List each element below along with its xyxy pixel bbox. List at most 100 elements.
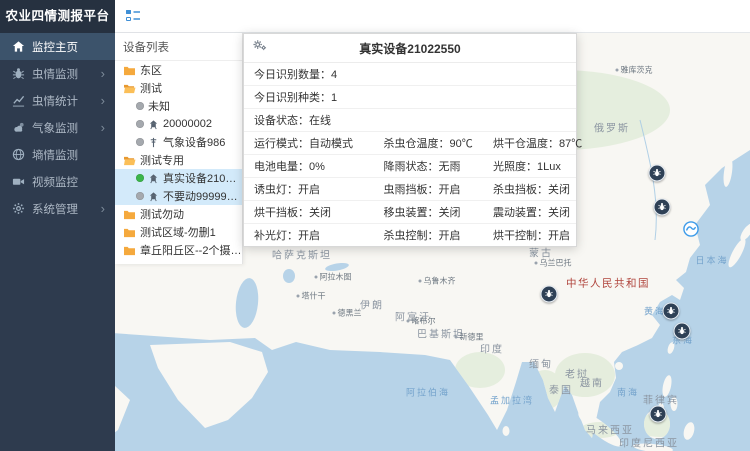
tree-item-label: 测试勿动 (140, 206, 184, 222)
folder-icon (123, 227, 136, 238)
popup-cell: 移虫装置：关闭 (373, 201, 483, 223)
popup-cell: 杀虫挡板：关闭 (483, 178, 576, 200)
tree-item-label: 东区 (140, 62, 162, 78)
popup-cell: 补光灯：开启 (244, 224, 373, 246)
bug-icon (12, 67, 25, 80)
sidebar-item-label: 系统管理 (32, 201, 78, 217)
status-dot (136, 138, 144, 146)
chevron-right-icon: › (101, 202, 105, 215)
trap-icon (148, 191, 159, 202)
popup-cell: 今日识别数量：4 (244, 63, 576, 85)
popup-row: 今日识别数量：4 (244, 63, 576, 86)
tree-device-row[interactable]: 20000002 (115, 115, 242, 133)
sidebar-item-label: 监控主页 (32, 39, 78, 55)
popup-cell: 今日识别种类：1 (244, 86, 576, 108)
home-icon (12, 40, 25, 53)
popup-cell: 运行模式：自动模式 (244, 132, 373, 154)
folder-open-icon (123, 155, 136, 166)
trap-icon (148, 119, 159, 130)
popup-cell: 设备状态：在线 (244, 109, 576, 131)
sidebar-item-label: 墒情监测 (32, 147, 78, 163)
folder-open-icon (123, 83, 136, 94)
popup-row: 补光灯：开启杀虫控制：开启烘干控制：开启 (244, 224, 576, 246)
popup-cell: 降雨状态：无雨 (373, 155, 483, 177)
status-dot (136, 120, 144, 128)
popup-cell: 震动装置：关闭 (483, 201, 576, 223)
popup-row: 诱虫灯：开启虫雨挡板：开启杀虫挡板：关闭 (244, 178, 576, 201)
tree-item-label: 不要动99999999 (163, 188, 242, 204)
popup-cell: 烘干仓温度：87℃ (483, 132, 576, 154)
device-marker[interactable] (654, 199, 671, 216)
sidebar-item-insect-monitoring[interactable]: 虫情监测 › (0, 60, 115, 87)
sidebar-item-system-management[interactable]: 系统管理 › (0, 195, 115, 222)
tree-item-label: 真实设备21022550 (163, 170, 242, 186)
popup-table: 今日识别数量：4今日识别种类：1设备状态：在线运行模式：自动模式杀虫仓温度：90… (244, 62, 576, 246)
trap-icon (148, 173, 159, 184)
tree-folder-row[interactable]: 章丘阳丘区--2个摄像头 (115, 241, 242, 259)
tree-item-label: 未知 (148, 98, 170, 114)
sidebar-item-video-monitoring[interactable]: 视频监控 (0, 168, 115, 195)
popup-title: 真实设备21022550 (359, 42, 460, 56)
weather-icon (12, 121, 25, 134)
tree-folder-row[interactable]: 东区 (115, 61, 242, 79)
popup-cell: 电池电量：0% (244, 155, 373, 177)
sidebar-item-soil-monitoring[interactable]: 墒情监测 (0, 141, 115, 168)
popup-row: 设备状态：在线 (244, 109, 576, 132)
sidebar-item-home[interactable]: 监控主页 (0, 33, 115, 60)
popup-cell: 烘干控制：开启 (483, 224, 576, 246)
sidebar-item-label: 虫情监测 (32, 66, 78, 82)
tree-folder-row[interactable]: 测试 (115, 79, 242, 97)
tree-folder-row[interactable]: 测试勿动 (115, 205, 242, 223)
topbar (115, 0, 750, 33)
chevron-right-icon: › (101, 121, 105, 134)
sidebar-item-weather-monitoring[interactable]: 气象监测 › (0, 114, 115, 141)
sidebar-menu: 监控主页虫情监测 › 虫情统计 › 气象监测 › 墒情监测视频监控系统管理 › (0, 33, 115, 222)
popup-cell: 烘干挡板：关闭 (244, 201, 373, 223)
tree-device-row[interactable]: 未知 (115, 97, 242, 115)
tree-item-label: 测试 (140, 80, 162, 96)
gear-icon (12, 202, 25, 215)
gears-icon[interactable] (252, 39, 267, 51)
chevron-right-icon: › (101, 94, 105, 107)
popup-row: 电池电量：0%降雨状态：无雨光照度：1Lux (244, 155, 576, 178)
sidebar-item-label: 气象监测 (32, 120, 78, 136)
popup-title-row: 真实设备21022550 (244, 34, 576, 62)
popup-cell: 诱虫灯：开启 (244, 178, 373, 200)
sidebar-item-label: 虫情统计 (32, 93, 78, 109)
tree-device-row[interactable]: 不要动99999999 (115, 187, 242, 205)
popup-cell: 杀虫仓温度：90℃ (373, 132, 483, 154)
folder-icon (123, 65, 136, 76)
sidebar: 农业四情测报平台 监控主页虫情监测 › 虫情统计 › 气象监测 › 墒情监测视频监控系统管理… (0, 0, 115, 451)
device-marker[interactable] (649, 165, 666, 182)
device-marker[interactable] (663, 303, 680, 320)
sidebar-item-insect-stats[interactable]: 虫情统计 › (0, 87, 115, 114)
app-title: 农业四情测报平台 (0, 0, 115, 33)
status-dot (136, 102, 144, 110)
video-icon (12, 175, 25, 188)
popup-cell: 虫雨挡板：开启 (373, 178, 483, 200)
popup-row: 今日识别种类：1 (244, 86, 576, 109)
tree-item-label: 20000002 (163, 118, 212, 130)
device-marker[interactable] (541, 286, 558, 303)
chart-icon (12, 94, 25, 107)
chevron-right-icon: › (101, 67, 105, 80)
globe-icon (12, 148, 25, 161)
device-marker[interactable] (650, 406, 667, 423)
folder-icon (123, 245, 136, 256)
org-tree-icon[interactable] (125, 9, 141, 23)
popup-cell: 光照度：1Lux (483, 155, 576, 177)
station-icon (148, 137, 159, 148)
tree-device-row[interactable]: 真实设备21022550 (115, 169, 242, 187)
device-marker[interactable] (674, 323, 691, 340)
device-list-title: 设备列表 (115, 33, 242, 61)
tree-folder-row[interactable]: 测试专用 (115, 151, 242, 169)
popup-cell: 杀虫控制：开启 (373, 224, 483, 246)
tree-folder-row[interactable]: 测试区域-勿删1 (115, 223, 242, 241)
device-info-popup: 真实设备21022550 今日识别数量：4今日识别种类：1设备状态：在线运行模式… (243, 33, 577, 247)
status-dot (136, 192, 144, 200)
tree-item-label: 气象设备986 (163, 134, 225, 150)
wave-badge-icon[interactable] (683, 221, 700, 238)
tree-device-row[interactable]: 气象设备986 (115, 133, 242, 151)
sidebar-item-label: 视频监控 (32, 174, 78, 190)
device-list-panel: 设备列表 东区测试未知 20000002 气象设备986测试专用真实设备210225… (115, 33, 243, 264)
